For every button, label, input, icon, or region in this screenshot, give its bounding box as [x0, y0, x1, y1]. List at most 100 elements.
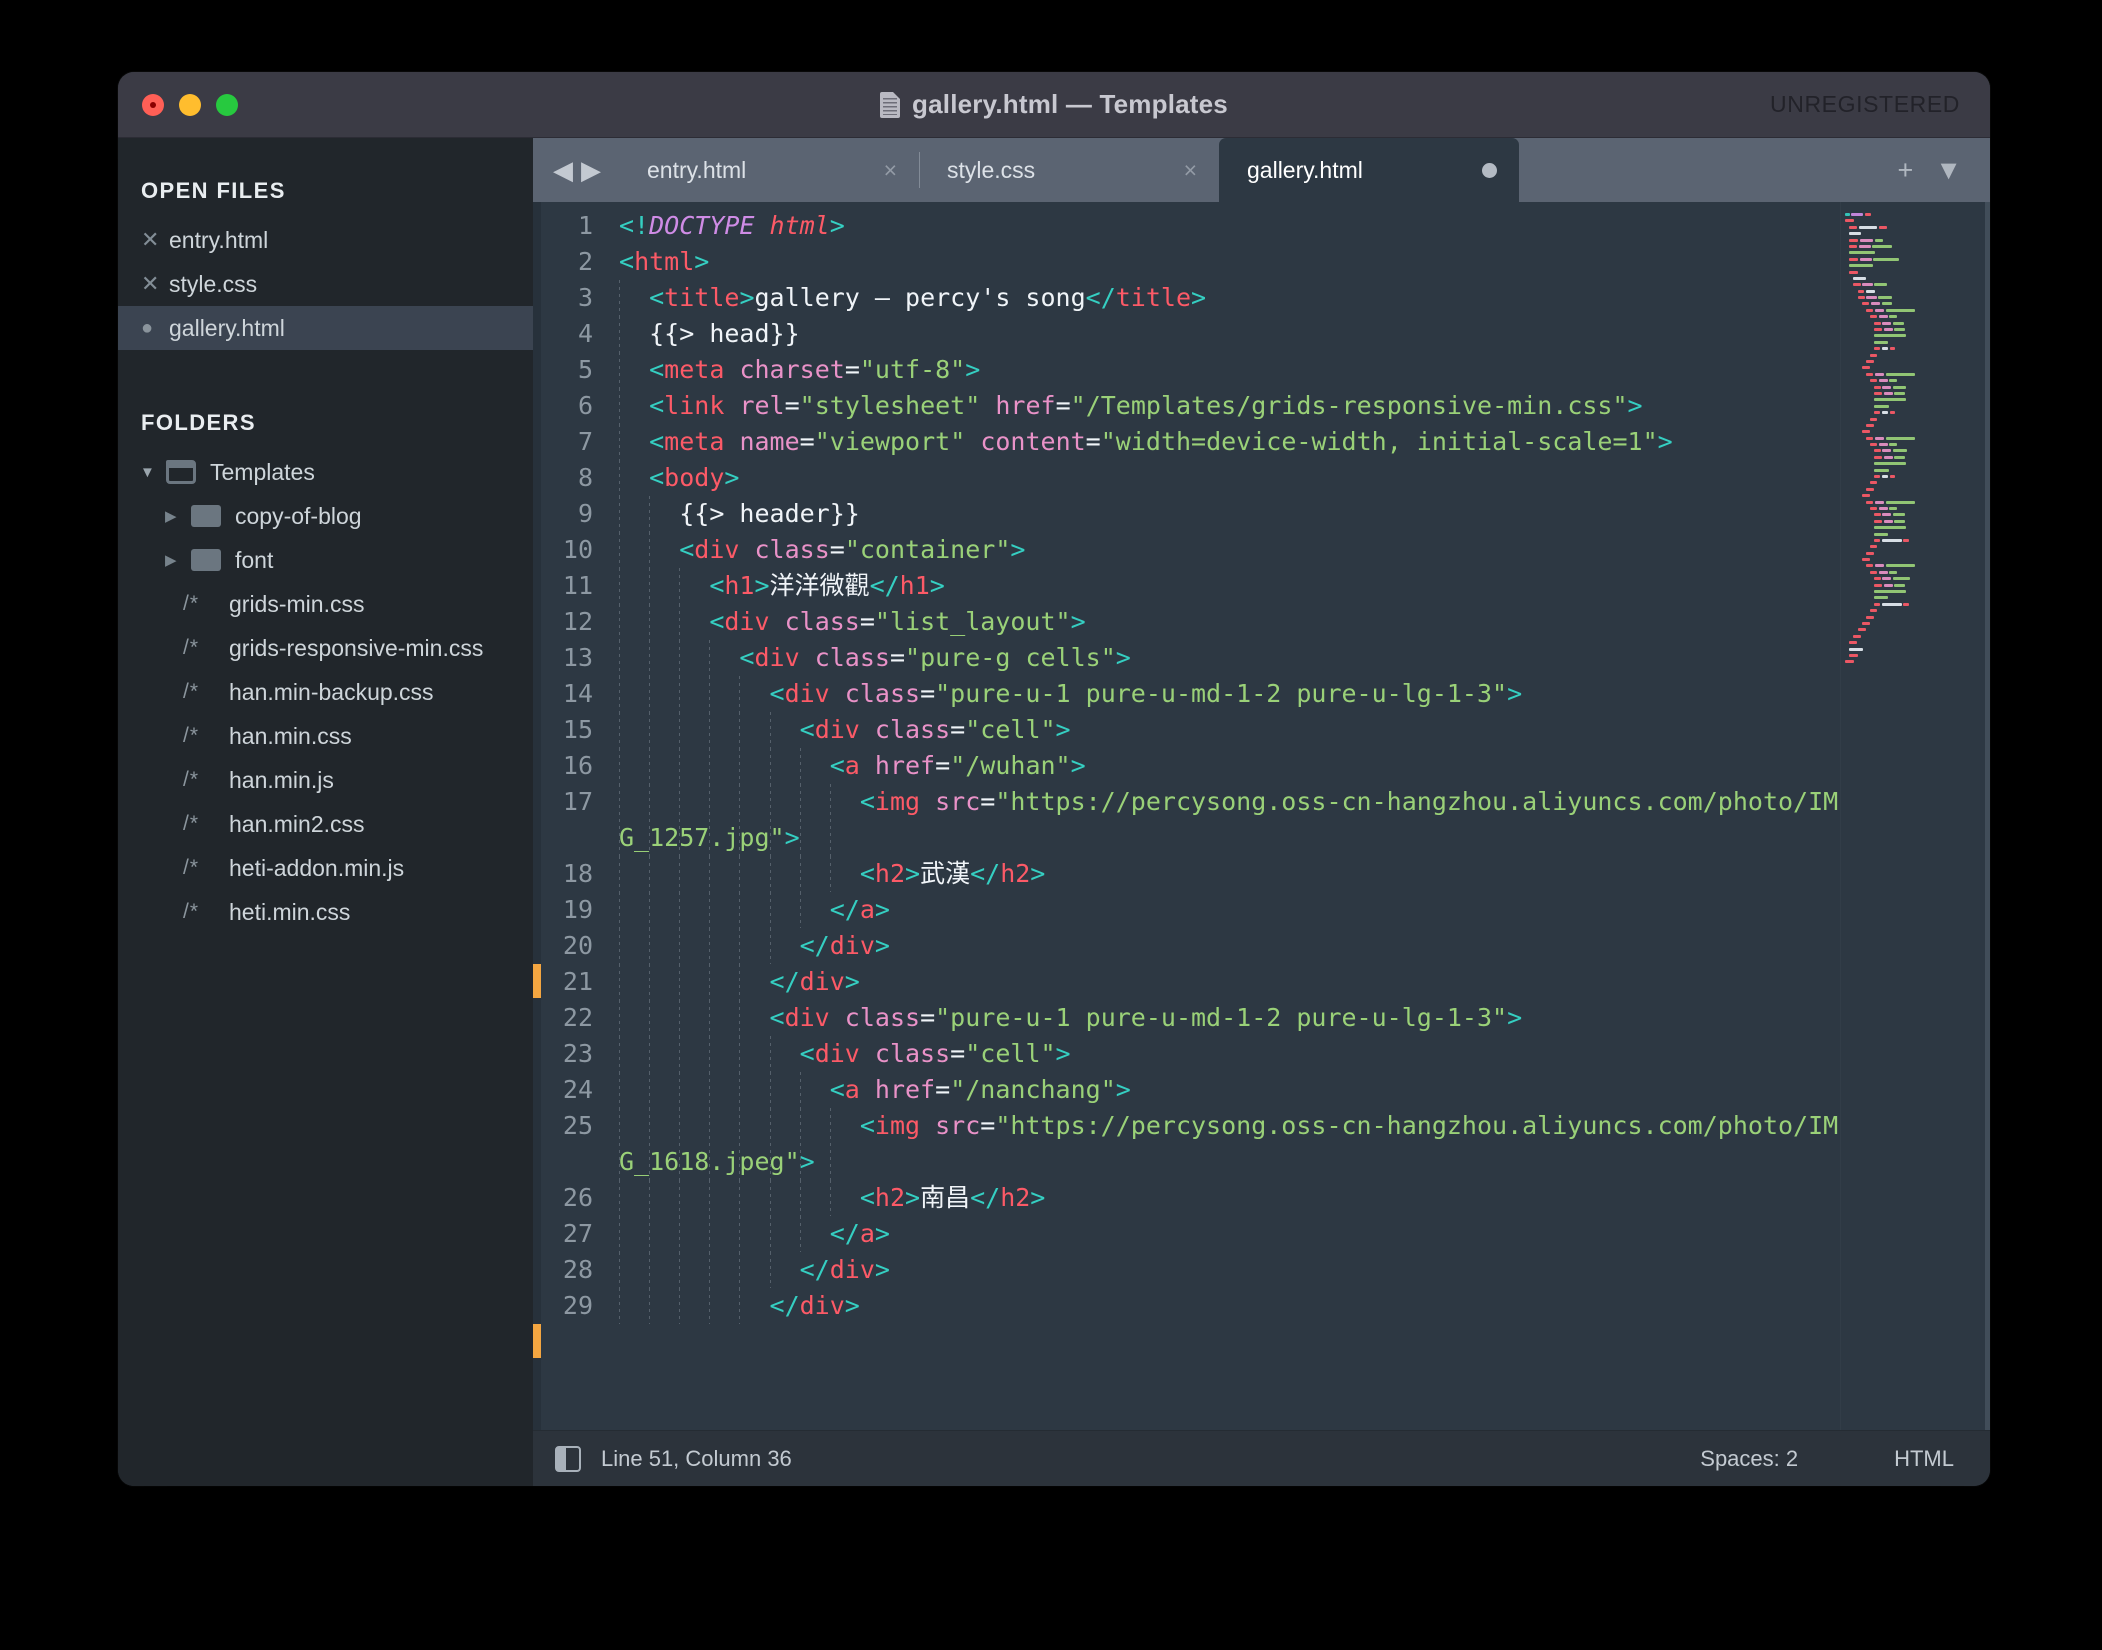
tab-nav-arrows[interactable]: ◀ ▶: [533, 138, 619, 202]
code-line[interactable]: 11 <h1>洋洋微觀</h1>: [541, 568, 1840, 604]
code-line-text[interactable]: <img src="https://percysong.oss-cn-hangz…: [619, 784, 1840, 856]
code-line[interactable]: 8 <body>: [541, 460, 1840, 496]
nav-forward-icon[interactable]: ▶: [581, 157, 601, 183]
code-line-text[interactable]: <h2>南昌</h2>: [619, 1180, 1840, 1216]
tree-folder-item[interactable]: ▶ font: [118, 538, 533, 582]
code-line[interactable]: 29 </div>: [541, 1288, 1840, 1324]
code-line-text[interactable]: {{> header}}: [619, 496, 1840, 532]
minimap-scrollbar[interactable]: [1985, 202, 1990, 1430]
code-line-text[interactable]: <div class="pure-g cells">: [619, 640, 1840, 676]
code-line[interactable]: 6 <link rel="stylesheet" href="/Template…: [541, 388, 1840, 424]
sidebar-toggle-icon[interactable]: [555, 1445, 581, 1472]
code-line-text[interactable]: {{> head}}: [619, 316, 1840, 352]
syntax-mode[interactable]: HTML: [1894, 1446, 1954, 1472]
tree-folder-item[interactable]: ▼ Templates: [118, 450, 533, 494]
code-line-text[interactable]: <!DOCTYPE html>: [619, 208, 1840, 244]
code-line-text[interactable]: <body>: [619, 460, 1840, 496]
close-icon[interactable]: ✕: [141, 273, 169, 295]
code-line-text[interactable]: </div>: [619, 964, 1840, 1000]
code-line[interactable]: 2 <html>: [541, 244, 1840, 280]
tree-file-item[interactable]: /* grids-responsive-min.css: [118, 626, 533, 670]
code-line[interactable]: 3 <title>gallery – percy's song</title>: [541, 280, 1840, 316]
code-line-text[interactable]: <title>gallery – percy's song</title>: [619, 280, 1840, 316]
code-line-text[interactable]: <div class="pure-u-1 pure-u-md-1-2 pure-…: [619, 676, 1840, 712]
code-line[interactable]: 19 </a>: [541, 892, 1840, 928]
code-line[interactable]: 14 <div class="pure-u-1 pure-u-md-1-2 pu…: [541, 676, 1840, 712]
code-line-text[interactable]: </div>: [619, 1252, 1840, 1288]
open-file-item[interactable]: ✕ style.css: [118, 262, 533, 306]
nav-back-icon[interactable]: ◀: [553, 157, 573, 183]
code-line-text[interactable]: </a>: [619, 892, 1840, 928]
cursor-position[interactable]: Line 51, Column 36: [601, 1446, 792, 1472]
code-line[interactable]: 5 <meta charset="utf-8">: [541, 352, 1840, 388]
close-icon[interactable]: ✕: [141, 229, 169, 251]
code-line[interactable]: 4 {{> head}}: [541, 316, 1840, 352]
code-line[interactable]: 26 <h2>南昌</h2>: [541, 1180, 1840, 1216]
tree-file-item[interactable]: /* han.min-backup.css: [118, 670, 533, 714]
code-line-text[interactable]: <img src="https://percysong.oss-cn-hangz…: [619, 1108, 1840, 1180]
code-editor[interactable]: 1 <!DOCTYPE html> 2 <html> 3 <title>gallery …: [533, 202, 1990, 1430]
code-line[interactable]: 23 <div class="cell">: [541, 1036, 1840, 1072]
code-line-text[interactable]: </a>: [619, 1216, 1840, 1252]
code-line[interactable]: 13 <div class="pure-g cells">: [541, 640, 1840, 676]
code-line[interactable]: 7 <meta name="viewport" content="width=d…: [541, 424, 1840, 460]
code-line[interactable]: 15 <div class="cell">: [541, 712, 1840, 748]
code-line[interactable]: 10 <div class="container">: [541, 532, 1840, 568]
code-line-text[interactable]: <div class="list_layout">: [619, 604, 1840, 640]
chevron-down-icon[interactable]: ▼: [140, 465, 166, 480]
tab-close-icon[interactable]: ×: [884, 157, 897, 184]
code-line-text[interactable]: <a href="/nanchang">: [619, 1072, 1840, 1108]
chevron-right-icon[interactable]: ▶: [165, 509, 191, 524]
code-line-text[interactable]: <div class="container">: [619, 532, 1840, 568]
code-line[interactable]: 21 </div>: [541, 964, 1840, 1000]
code-line-text[interactable]: <a href="/wuhan">: [619, 748, 1840, 784]
tree-file-item[interactable]: /* han.min.css: [118, 714, 533, 758]
code-line-text[interactable]: <html>: [619, 244, 1840, 280]
code-line[interactable]: 18 <h2>武漢</h2>: [541, 856, 1840, 892]
dirty-dot-icon[interactable]: ●: [141, 318, 169, 338]
code-content[interactable]: 1 <!DOCTYPE html> 2 <html> 3 <title>gallery …: [541, 202, 1840, 1430]
code-line-text[interactable]: <link rel="stylesheet" href="/Templates/…: [619, 388, 1840, 424]
window-titlebar[interactable]: gallery.html — Templates UNREGISTERED: [118, 72, 1990, 138]
tab-close-icon[interactable]: ×: [1184, 157, 1197, 184]
code-line-text[interactable]: </div>: [619, 1288, 1840, 1324]
indentation-setting[interactable]: Spaces: 2: [1700, 1446, 1798, 1472]
tree-folder-item[interactable]: ▶ copy-of-blog: [118, 494, 533, 538]
code-line[interactable]: 16 <a href="/wuhan">: [541, 748, 1840, 784]
new-tab-icon[interactable]: +: [1897, 156, 1913, 184]
chevron-right-icon[interactable]: ▶: [165, 553, 191, 568]
code-line-text[interactable]: <meta charset="utf-8">: [619, 352, 1840, 388]
editor-tab[interactable]: gallery.html: [1219, 138, 1519, 202]
tree-file-item[interactable]: /* heti-addon.min.js: [118, 846, 533, 890]
code-line-text[interactable]: <div class="cell">: [619, 712, 1840, 748]
code-line[interactable]: 17 <img src="https://percysong.oss-cn-ha…: [541, 784, 1840, 856]
code-line-text[interactable]: <div class="cell">: [619, 1036, 1840, 1072]
tree-file-item[interactable]: /* heti.min.css: [118, 890, 533, 934]
code-line-text[interactable]: <meta name="viewport" content="width=dev…: [619, 424, 1840, 460]
code-line[interactable]: 24 <a href="/nanchang">: [541, 1072, 1840, 1108]
code-line-text[interactable]: <div class="pure-u-1 pure-u-md-1-2 pure-…: [619, 1000, 1840, 1036]
code-line-text[interactable]: <h1>洋洋微觀</h1>: [619, 568, 1840, 604]
code-line[interactable]: 9 {{> header}}: [541, 496, 1840, 532]
open-file-item[interactable]: ✕ entry.html: [118, 218, 533, 262]
editor-tab[interactable]: entry.html ×: [619, 138, 919, 202]
minimize-button[interactable]: [179, 93, 201, 116]
maximize-button[interactable]: [216, 93, 238, 116]
code-line[interactable]: 12 <div class="list_layout">: [541, 604, 1840, 640]
tree-file-item[interactable]: /* grids-min.css: [118, 582, 533, 626]
code-line[interactable]: 25 <img src="https://percysong.oss-cn-ha…: [541, 1108, 1840, 1180]
code-line[interactable]: 27 </a>: [541, 1216, 1840, 1252]
code-line[interactable]: 20 </div>: [541, 928, 1840, 964]
code-line[interactable]: 28 </div>: [541, 1252, 1840, 1288]
tree-file-item[interactable]: /* han.min2.css: [118, 802, 533, 846]
code-line[interactable]: 22 <div class="pure-u-1 pure-u-md-1-2 pu…: [541, 1000, 1840, 1036]
code-line[interactable]: 1 <!DOCTYPE html>: [541, 208, 1840, 244]
open-file-item[interactable]: ● gallery.html: [118, 306, 533, 350]
minimap[interactable]: [1840, 202, 1990, 1430]
tab-dirty-indicator[interactable]: [1482, 162, 1497, 178]
tab-menu-icon[interactable]: ▼: [1935, 156, 1962, 184]
tree-file-item[interactable]: /* han.min.js: [118, 758, 533, 802]
code-line-text[interactable]: <h2>武漢</h2>: [619, 856, 1840, 892]
close-button[interactable]: [142, 93, 164, 116]
code-line-text[interactable]: </div>: [619, 928, 1840, 964]
